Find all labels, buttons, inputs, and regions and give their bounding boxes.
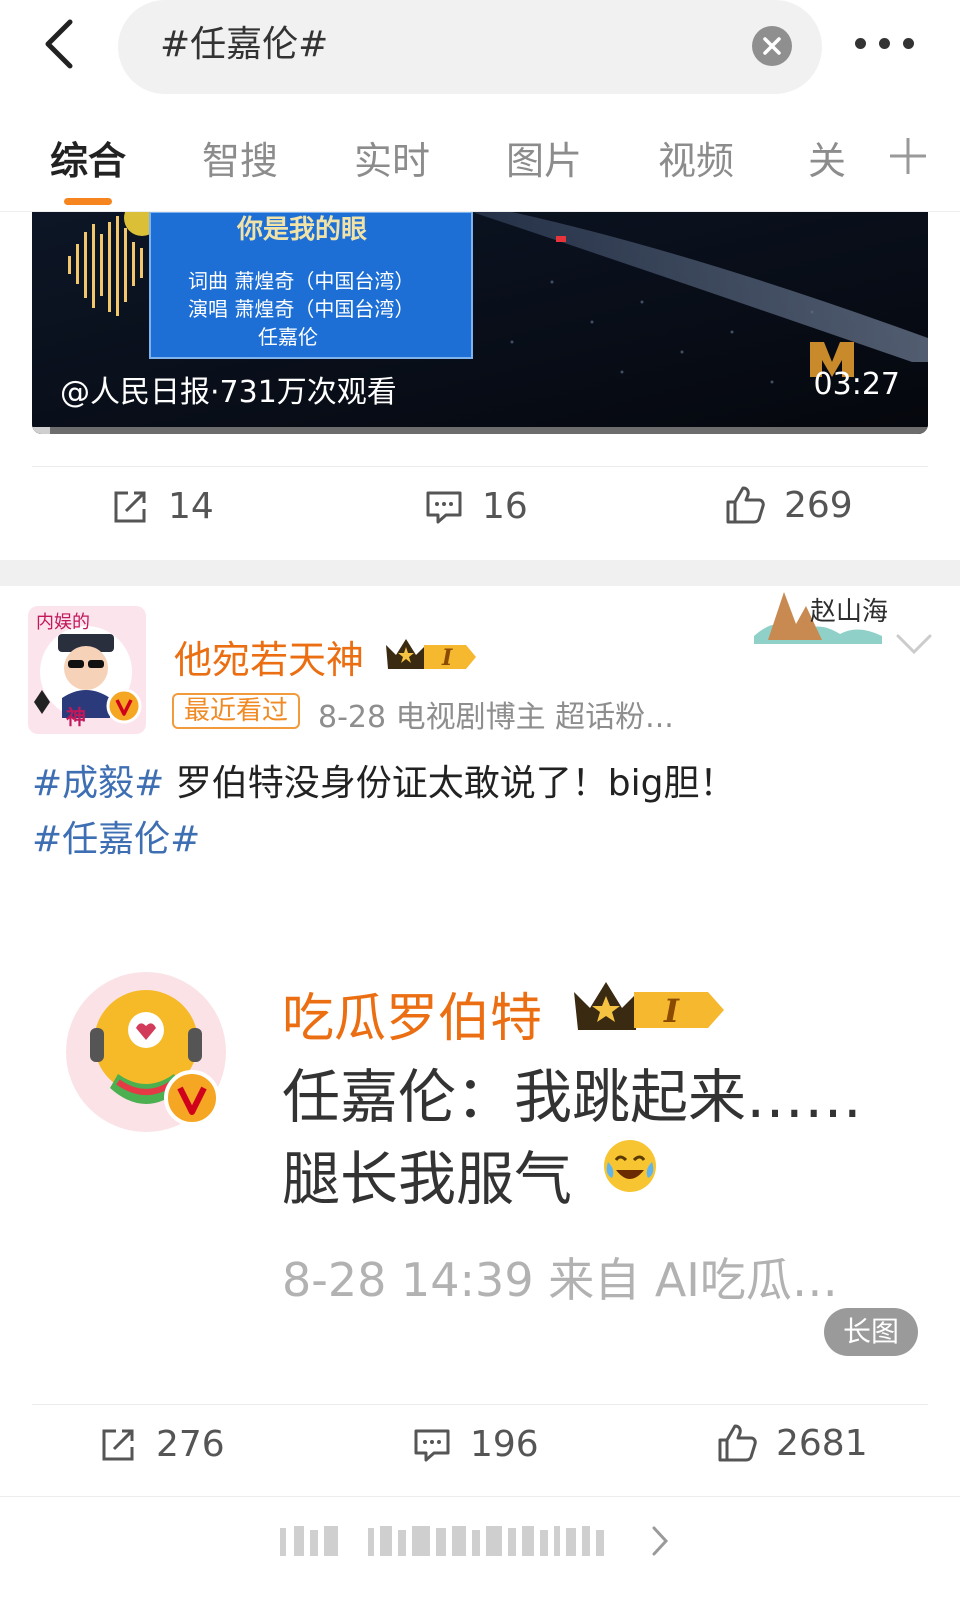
video-title-card-line2: 演唱 萧煌奇（中国台湾） [188, 297, 414, 321]
embedded-image[interactable]: 吃瓜罗伯特 I 任嘉伦：我跳起来…… 腿长我服气 8-28 14:39 来自 A… [32, 900, 928, 1380]
video-player[interactable]: 你是我的眼 词曲 萧煌奇（中国台湾） 演唱 萧煌奇（中国台湾） 任嘉伦 @人民日… [32, 212, 928, 434]
thumbs-up-icon [718, 1424, 757, 1462]
comment-icon [414, 1429, 450, 1461]
more-options-button[interactable] [855, 26, 921, 62]
search-query: #任嘉伦# [160, 24, 329, 65]
laughing-crying-emoji-icon [602, 1138, 658, 1198]
embed-text-line-1: 任嘉伦：我跳起来…… [282, 1063, 863, 1131]
video-caption: @人民日报·731万次观看 [60, 375, 397, 410]
video-progress-fill [32, 427, 50, 434]
embed-avatar-image [66, 972, 226, 1132]
svg-text:I: I [441, 645, 453, 671]
decoration-image: 赵山海 [754, 592, 888, 644]
chevron-left-icon [45, 19, 73, 69]
repost-button[interactable]: 14 [110, 486, 214, 527]
like-button[interactable]: 269 [724, 484, 853, 526]
avatar-image: 内娱的 神 [28, 606, 146, 734]
tab-smart-search[interactable]: 智搜 [202, 130, 278, 185]
comment-button[interactable]: 16 [424, 486, 528, 527]
comment-count: 196 [470, 1424, 539, 1465]
comment-button[interactable]: 196 [412, 1424, 539, 1465]
post-body: 罗伯特没身份证太敢说了！big胆！ [164, 763, 736, 804]
comment-icon [426, 491, 462, 523]
svg-text:赵山海: 赵山海 [810, 597, 888, 627]
comment-count: 16 [482, 486, 528, 527]
chevron-down-icon [896, 634, 932, 655]
like-count: 269 [784, 484, 853, 526]
avatar[interactable]: 内娱的 神 [28, 606, 146, 734]
topic-link[interactable]: #任嘉伦# [32, 819, 200, 860]
video-progress-bar[interactable] [32, 427, 928, 434]
embed-username: 吃瓜罗伯特 [282, 989, 543, 1049]
svg-text:I: I [663, 992, 680, 1030]
chevron-right-icon [652, 1526, 669, 1556]
search-input[interactable]: #任嘉伦# [118, 0, 822, 94]
video-title-card-line1: 词曲 萧煌奇（中国台湾） [188, 269, 414, 293]
tab-videos[interactable]: 视频 [658, 130, 734, 185]
embed-level-badge: I [572, 976, 732, 1038]
tab-comprehensive[interactable]: 综合 [50, 130, 126, 185]
repost-count: 14 [168, 486, 214, 527]
repost-count: 276 [156, 1424, 225, 1465]
like-count: 2681 [776, 1422, 868, 1464]
back-button[interactable] [36, 14, 86, 76]
tab-follow[interactable]: 关 [808, 130, 846, 185]
active-tab-indicator [64, 198, 112, 205]
clear-search-button[interactable] [752, 26, 792, 66]
tab-images[interactable]: 图片 [506, 130, 582, 185]
post-text: #成毅# 罗伯特没身份证太敢说了！big胆！ #任嘉伦# [32, 756, 932, 868]
tab-realtime[interactable]: 实时 [354, 130, 430, 185]
like-button[interactable]: 2681 [716, 1422, 868, 1464]
close-icon [763, 37, 781, 55]
video-title-card-title: 你是我的眼 [236, 214, 367, 245]
username[interactable]: 他宛若天神 [174, 629, 364, 684]
next-content-preview [280, 1522, 640, 1560]
top-bar: #任嘉伦# [0, 0, 960, 100]
post-meta: 8-28 电视剧博主 超话粉... [318, 700, 674, 735]
crown-icon: I [386, 639, 476, 671]
share-icon [114, 491, 146, 522]
share-icon [102, 1429, 134, 1460]
expand-button[interactable] [648, 1522, 672, 1564]
divider [32, 466, 928, 467]
tab-bar: 综合 智搜 实时 图片 视频 关 [0, 108, 960, 212]
embed-avatar [64, 970, 228, 1134]
plus-icon [890, 138, 926, 174]
post-options-chevron[interactable] [895, 632, 933, 660]
repost-button[interactable]: 276 [98, 1424, 225, 1465]
video-title-card-line3: 任嘉伦 [258, 325, 318, 349]
video-duration: 03:27 [813, 367, 900, 402]
profile-decoration: 赵山海 [748, 584, 888, 652]
add-tab-button[interactable] [888, 132, 928, 180]
embed-text-line-2: 腿长我服气 [282, 1145, 573, 1213]
embed-meta: 8-28 14:39 来自 AI吃瓜… [282, 1253, 838, 1307]
blurred-text-placeholder [280, 1526, 604, 1556]
thumbs-up-icon [726, 486, 765, 524]
divider [32, 1404, 928, 1405]
svg-text:神: 神 [66, 705, 86, 729]
divider [0, 1496, 960, 1497]
member-level-badge: I [384, 633, 480, 677]
section-separator [0, 560, 960, 586]
long-image-button[interactable]: 长图 [824, 1308, 918, 1356]
svg-text:内娱的: 内娱的 [36, 612, 90, 633]
recently-viewed-badge: 最近看过 [172, 693, 301, 729]
topic-link[interactable]: #成毅# [32, 763, 164, 804]
crown-icon: I [574, 982, 724, 1030]
